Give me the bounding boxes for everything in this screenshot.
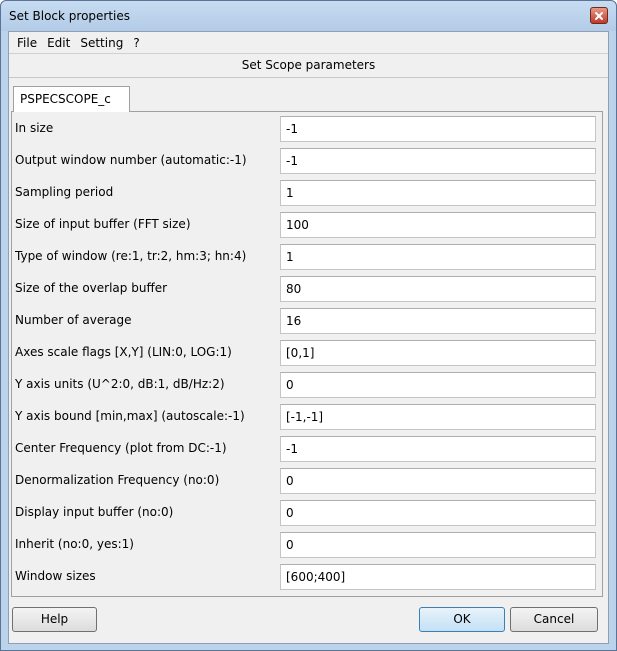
window-title: Set Block properties <box>9 9 131 23</box>
param-row: Window sizes <box>12 560 602 593</box>
param-row: Inherit (no:0, yes:1) <box>12 528 602 561</box>
param-input[interactable] <box>280 276 596 302</box>
param-label: Center Frequency (plot from DC:-1) <box>15 441 227 455</box>
ok-button[interactable]: OK <box>419 607 505 632</box>
param-label: Y axis bound [min,max] (autoscale:-1) <box>15 409 245 423</box>
param-row: Size of the overlap buffer <box>12 272 602 305</box>
param-row: In size <box>12 112 602 145</box>
param-input[interactable] <box>280 468 596 494</box>
param-row: Sampling period <box>12 176 602 209</box>
param-label: Inherit (no:0, yes:1) <box>15 537 134 551</box>
param-input[interactable] <box>280 180 596 206</box>
dialog-body: File Edit Setting ? Set Scope parameters… <box>8 31 609 644</box>
param-row: Center Frequency (plot from DC:-1) <box>12 432 602 465</box>
help-button[interactable]: Help <box>12 607 97 632</box>
param-row: Y axis bound [min,max] (autoscale:-1) <box>12 400 602 433</box>
param-row: Axes scale flags [X,Y] (LIN:0, LOG:1) <box>12 336 602 369</box>
param-label: Type of window (re:1, tr:2, hm:3; hn:4) <box>15 249 247 263</box>
menu-setting[interactable]: Setting <box>75 36 128 50</box>
menu-help[interactable]: ? <box>128 36 144 50</box>
param-input[interactable] <box>280 340 596 366</box>
param-input[interactable] <box>280 564 596 590</box>
param-row: Y axis units (U^2:0, dB:1, dB/Hz:2) <box>12 368 602 401</box>
param-label: Sampling period <box>15 185 114 199</box>
param-label: Window sizes <box>15 569 96 583</box>
dialog-header: Set Scope parameters <box>9 54 608 78</box>
param-input[interactable] <box>280 308 596 334</box>
param-label: Denormalization Frequency (no:0) <box>15 473 220 487</box>
param-row: Display input buffer (no:0) <box>12 496 602 529</box>
param-row: Number of average <box>12 304 602 337</box>
param-input[interactable] <box>280 148 596 174</box>
param-input[interactable] <box>280 532 596 558</box>
param-input[interactable] <box>280 436 596 462</box>
cancel-button[interactable]: Cancel <box>510 607 598 632</box>
menu-file[interactable]: File <box>12 36 42 50</box>
param-input[interactable] <box>280 116 596 142</box>
close-button[interactable] <box>590 7 608 24</box>
menu-edit[interactable]: Edit <box>42 36 75 50</box>
param-row: Denormalization Frequency (no:0) <box>12 464 602 497</box>
param-row: Output window number (automatic:-1) <box>12 144 602 177</box>
close-icon <box>595 11 603 20</box>
param-label: In size <box>15 121 54 135</box>
param-input[interactable] <box>280 244 596 270</box>
param-input[interactable] <box>280 212 596 238</box>
param-label: Number of average <box>15 313 132 327</box>
param-label: Size of input buffer (FFT size) <box>15 217 191 231</box>
menu-bar: File Edit Setting ? <box>9 32 608 54</box>
param-row: Type of window (re:1, tr:2, hm:3; hn:4) <box>12 240 602 273</box>
dialog-window: Set Block properties File Edit Setting ?… <box>0 0 617 651</box>
param-input[interactable] <box>280 500 596 526</box>
param-label: Output window number (automatic:-1) <box>15 153 247 167</box>
tab-pspecscope[interactable]: PSPECSCOPE_c <box>13 86 130 112</box>
param-row: Size of input buffer (FFT size) <box>12 208 602 241</box>
title-bar[interactable]: Set Block properties <box>1 1 616 31</box>
param-label: Y axis units (U^2:0, dB:1, dB/Hz:2) <box>15 377 225 391</box>
param-label: Display input buffer (no:0) <box>15 505 174 519</box>
param-input[interactable] <box>280 404 596 430</box>
param-label: Axes scale flags [X,Y] (LIN:0, LOG:1) <box>15 345 232 359</box>
param-input[interactable] <box>280 372 596 398</box>
parameters-panel: In size Output window number (automatic:… <box>11 111 603 597</box>
param-label: Size of the overlap buffer <box>15 281 168 295</box>
